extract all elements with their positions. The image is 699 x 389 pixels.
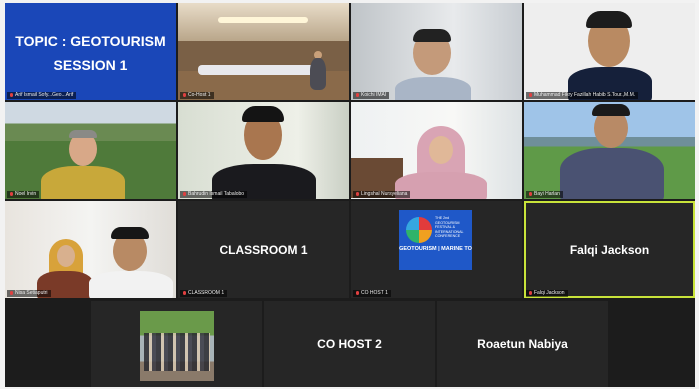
video-tile-classroom-1[interactable]: CLASSROOM 1 CLASSROOM 1 (178, 201, 349, 298)
mic-muted-icon (529, 290, 532, 295)
topic-slide: TOPIC : GEOTOURISM SESSION 1 (5, 3, 176, 100)
participant-name-tag: Lingshal Nursyeliana (353, 191, 411, 198)
person-hair (592, 104, 630, 116)
mic-muted-icon (183, 290, 186, 295)
person-hair (69, 130, 97, 138)
video-tile-participant[interactable]: Bahrudin Ismail Tabalobo (178, 102, 349, 199)
slide-title: TOPIC : GEOTOURISM (15, 33, 166, 49)
room-lights (218, 17, 308, 23)
participant-name-tag: Arif Ismail Sofy...Geo...Arif (7, 92, 77, 99)
mic-muted-icon (356, 290, 359, 295)
room-tables (198, 65, 318, 75)
participant-display-name: Roaetun Nabiya (477, 337, 568, 351)
person-face (57, 245, 75, 267)
mic-muted-icon (183, 191, 186, 196)
person-body (560, 148, 664, 199)
participant-display-name: CLASSROOM 1 (219, 242, 308, 257)
person-body (310, 58, 326, 90)
participant-name-tag: Bayi Harlan (526, 191, 563, 198)
participant-name-tag: Noel Irvin (7, 191, 40, 198)
video-tile-participant[interactable]: Noel Irvin (5, 102, 176, 199)
video-tile-slide[interactable]: TOPIC : GEOTOURISM SESSION 1 Arif Ismail… (5, 3, 176, 100)
participant-display-name: Falqi Jackson (569, 242, 650, 257)
person-face (429, 136, 453, 164)
mic-muted-icon (529, 92, 532, 97)
mic-muted-icon (356, 92, 359, 97)
video-tile-co-host-1[interactable]: THE 2nd GEOTOURISM FESTIVAL & INTERNATIO… (351, 201, 522, 298)
video-tile-participant[interactable]: Roaetun Nabiya (437, 301, 608, 387)
person-hair (242, 106, 284, 122)
bottom-row: CO HOST 2 Roaetun Nabiya (5, 301, 695, 387)
mic-muted-icon (529, 191, 532, 196)
event-logo: THE 2nd GEOTOURISM FESTIVAL & INTERNATIO… (399, 210, 472, 270)
mic-muted-icon (10, 290, 13, 295)
logo-globe-icon (406, 217, 432, 243)
mic-muted-icon (10, 191, 13, 196)
person-body (41, 166, 125, 199)
video-tile-active-speaker[interactable]: Falqi Jackson Falqi Jackson (524, 201, 695, 298)
person-body (89, 271, 173, 298)
video-tile-participant[interactable]: Muhammad Fikry Fazillah Habib S.Tour.,M.… (524, 3, 695, 100)
participant-name-tag: Koichi IMAI (353, 92, 390, 99)
participant-name-tag: Bahrudin Ismail Tabalobo (180, 191, 248, 198)
video-grid: TOPIC : GEOTOURISM SESSION 1 Arif Ismail… (5, 3, 695, 387)
video-tile-co-host-2[interactable]: CO HOST 2 (264, 301, 435, 387)
person-hair (586, 11, 632, 28)
logo-text: THE 2nd GEOTOURISM FESTIVAL & INTERNATIO… (435, 216, 464, 238)
person-body (395, 77, 471, 100)
slide-subtitle: SESSION 1 (53, 57, 128, 73)
logo-band-text: GEOTOURISM | MARINE TO (399, 246, 472, 252)
participant-name-tag: CO HOST 1 (353, 290, 391, 297)
participant-name-tag: Falqi Jackson (526, 290, 568, 297)
participant-name-tag: CLASSROOM 1 (180, 290, 228, 297)
person-hair (413, 29, 451, 42)
video-tile-participant[interactable]: Bayi Harlan (524, 102, 695, 199)
participant-display-name: CO HOST 2 (317, 337, 382, 351)
group-people (144, 333, 210, 371)
person-hair (111, 227, 149, 239)
video-tile-participant[interactable]: Lingshal Nursyeliana (351, 102, 522, 199)
mic-muted-icon (10, 92, 13, 97)
mic-muted-icon (356, 191, 359, 196)
participant-name-tag: Nisa Setiaputri (7, 290, 51, 297)
group-photo (140, 311, 214, 381)
video-tile-participant[interactable]: Koichi IMAI (351, 3, 522, 100)
video-tile-participant[interactable]: Nisa Setiaputri (5, 201, 176, 298)
video-tile-conference-room[interactable]: Co-Host 1 (178, 3, 349, 100)
mic-muted-icon (183, 92, 186, 97)
participant-name-tag: Muhammad Fikry Fazillah Habib S.Tour.,M.… (526, 92, 639, 99)
participant-name-tag: Co-Host 1 (180, 92, 214, 99)
video-tile-group-photo[interactable] (91, 301, 262, 387)
